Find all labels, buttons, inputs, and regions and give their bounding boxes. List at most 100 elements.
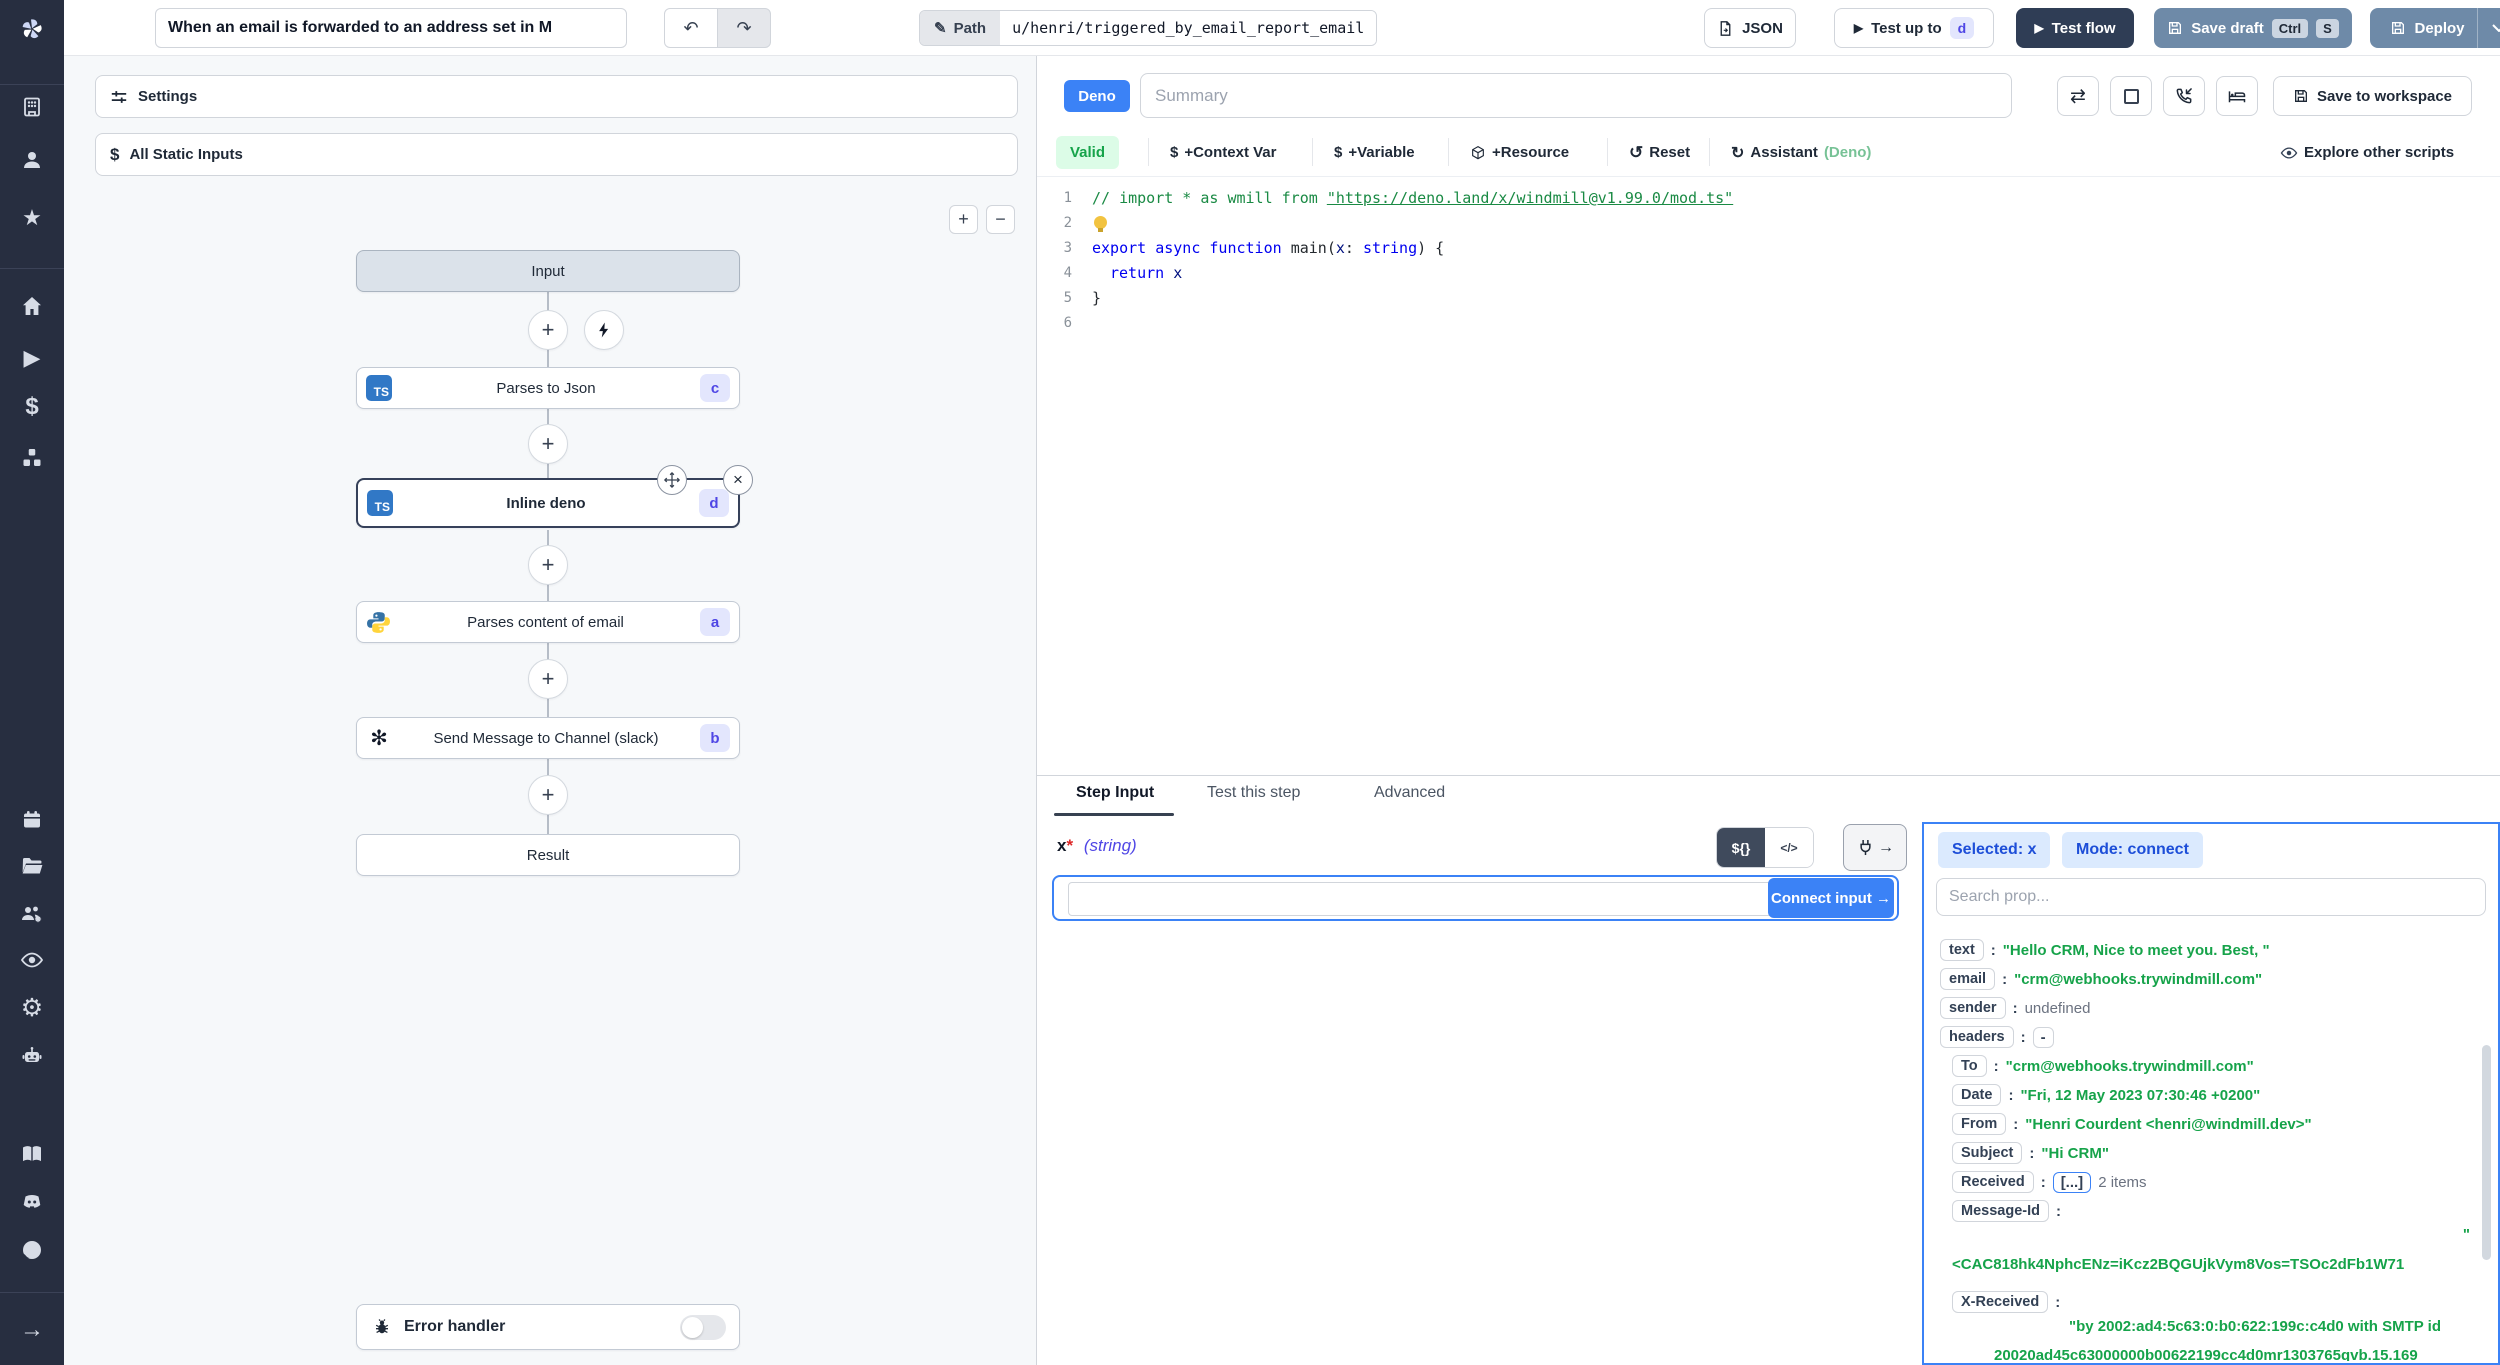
typescript-icon: TS [366, 375, 392, 401]
search-prop-input[interactable] [1936, 878, 2486, 916]
node-input[interactable]: Input [356, 250, 740, 292]
tree-key[interactable]: text [1940, 939, 1984, 961]
windmill-logo-icon[interactable] [0, 11, 64, 47]
flow-title-input[interactable] [155, 8, 627, 48]
node-step-a[interactable]: Parses content of email a [356, 601, 740, 643]
delete-step-button[interactable]: × [723, 465, 753, 495]
tree-scrollbar[interactable] [2482, 1045, 2491, 1260]
toolbar-divider [1312, 138, 1313, 166]
tab-advanced[interactable]: Advanced [1374, 784, 1445, 802]
tree-key[interactable]: Received [1952, 1171, 2034, 1193]
connect-plug-button[interactable]: → [1843, 824, 1907, 871]
robot-icon[interactable] [0, 1038, 64, 1074]
graph-zoom-out-button[interactable]: − [986, 205, 1015, 234]
add-variable-button[interactable]: $ +Variable [1334, 136, 1415, 169]
move-step-button[interactable] [657, 465, 687, 495]
home-icon[interactable] [0, 288, 64, 324]
save-to-workspace-button[interactable]: Save to workspace [2273, 76, 2472, 116]
tree-value[interactable]: "crm@webhooks.trywindmill.com" [2014, 971, 2262, 988]
json-button[interactable]: JSON [1704, 8, 1796, 48]
tree-value[interactable]: "Henri Courdent <henri@windmill.dev>" [2025, 1116, 2311, 1133]
tree-value-line[interactable]: <CAC818hk4NphcENz=iKcz2BQGUjkVym8Vos=TSO… [1924, 1256, 2494, 1284]
github-icon[interactable] [0, 1232, 64, 1268]
add-step-button[interactable]: + [528, 424, 568, 464]
tree-value[interactable]: "Hi CRM" [2041, 1145, 2109, 1162]
tree-key[interactable]: To [1952, 1055, 1987, 1077]
add-step-button[interactable]: + [528, 775, 568, 815]
reset-button[interactable]: ↺ Reset [1629, 136, 1690, 169]
audit-eye-icon[interactable] [0, 942, 64, 978]
add-step-button[interactable]: + [528, 545, 568, 585]
trigger-bolt-button[interactable] [584, 310, 624, 350]
favorites-star-icon[interactable]: ★ [0, 200, 64, 236]
collapse-arrow-icon[interactable]: → [0, 1312, 64, 1348]
retry-settings-button[interactable]: ⇄ [2057, 76, 2099, 116]
summary-input[interactable] [1140, 73, 2012, 118]
all-static-inputs-button[interactable]: $ All Static Inputs [95, 133, 1018, 176]
expand-array-button[interactable]: [...] [2052, 1171, 2092, 1193]
lightbulb-icon[interactable] [1094, 216, 1107, 232]
tree-key[interactable]: Message-Id [1952, 1200, 2049, 1222]
node-result[interactable]: Result [356, 834, 740, 876]
explore-other-scripts-button[interactable]: Explore other scripts [2280, 136, 2454, 169]
redo-button[interactable]: ↷ [717, 8, 771, 48]
add-step-button[interactable]: + [528, 310, 568, 350]
test-flow-button[interactable]: ▶ Test flow [2016, 8, 2134, 48]
node-step-c[interactable]: TS Parses to Json c [356, 367, 740, 409]
folders-icon[interactable] [0, 848, 64, 884]
schedules-calendar-icon[interactable] [0, 802, 64, 838]
deploy-dropdown-chevron-icon[interactable] [2478, 24, 2500, 32]
step-input-field[interactable] [1068, 882, 1772, 916]
explore-other-scripts-label: Explore other scripts [2304, 144, 2455, 161]
stop-condition-button[interactable] [2110, 76, 2152, 116]
test-up-to-button[interactable]: ▶ Test up to d [1834, 8, 1994, 48]
workspace-icon[interactable] [0, 89, 64, 125]
error-handler-node[interactable]: Error handler [356, 1304, 740, 1350]
sleep-button[interactable] [2216, 76, 2258, 116]
tree-key[interactable]: headers [1940, 1026, 2014, 1048]
undo-button[interactable]: ↶ [664, 8, 718, 48]
groups-users-gear-icon[interactable] [0, 896, 64, 932]
code-mode-segment[interactable]: </> [1765, 828, 1813, 867]
tab-step-input[interactable]: Step Input [1076, 784, 1154, 802]
node-label: Inline deno [506, 494, 586, 512]
connect-input-button[interactable]: Connect input → [1768, 878, 1894, 918]
resources-cubes-icon[interactable] [0, 440, 64, 476]
add-context-var-button[interactable]: $ +Context Var [1170, 136, 1276, 169]
input-mode-toggle[interactable]: ${} </> [1716, 827, 1814, 868]
docs-book-icon[interactable] [0, 1136, 64, 1172]
deploy-button[interactable]: Deploy [2370, 8, 2500, 48]
line-number: 4 [1063, 264, 1072, 281]
error-handler-toggle[interactable] [680, 1314, 726, 1340]
variables-dollar-icon[interactable]: $ [0, 389, 64, 425]
tree-value-line[interactable]: "by 2002:ad4:5c63:0:b0:622:199c:c4d0 wit… [1924, 1318, 2494, 1346]
flow-settings-button[interactable]: Settings [95, 75, 1018, 118]
tree-key[interactable]: email [1940, 968, 1996, 990]
add-step-button[interactable]: + [528, 659, 568, 699]
node-step-b[interactable]: ✻ Send Message to Channel (slack) b [356, 717, 740, 759]
tree-value[interactable]: "Hello CRM, Nice to meet you. Best, " [2003, 942, 2270, 959]
tree-value-line[interactable]: " [1924, 1226, 2470, 1254]
template-mode-segment[interactable]: ${} [1717, 828, 1765, 867]
tree-key[interactable]: From [1952, 1113, 2007, 1135]
tree-value[interactable]: "crm@webhooks.trywindmill.com" [2006, 1058, 2254, 1075]
tree-key[interactable]: Date [1952, 1084, 2002, 1106]
tree-key[interactable]: sender [1940, 997, 2006, 1019]
add-resource-button[interactable]: +Resource [1470, 136, 1569, 169]
graph-zoom-in-button[interactable]: + [949, 205, 978, 234]
tree-key[interactable]: Subject [1952, 1142, 2023, 1164]
settings-gear-icon[interactable]: ⚙ [0, 990, 64, 1026]
discord-icon[interactable] [0, 1184, 64, 1220]
path-editor[interactable]: ✎ Path u/henri/triggered_by_email_report_… [919, 10, 1378, 46]
tree-value-line[interactable]: 20020ad45c63000000b00622199cc4d0mr130376… [1924, 1347, 2494, 1361]
assistant-button[interactable]: ↻ Assistant (Deno) [1731, 136, 1871, 169]
suspend-approval-button[interactable] [2163, 76, 2205, 116]
tree-value[interactable]: "Fri, 12 May 2023 07:30:46 +0200" [2020, 1087, 2260, 1104]
tab-test-this-step[interactable]: Test this step [1207, 784, 1300, 802]
runs-play-icon[interactable]: ▶ [0, 340, 64, 376]
save-draft-button[interactable]: Save draft Ctrl S [2154, 8, 2352, 48]
tree-key[interactable]: X-Received [1952, 1291, 2049, 1313]
tree-value[interactable]: undefined [2025, 1000, 2091, 1017]
user-icon[interactable] [0, 142, 64, 178]
collapse-toggle[interactable]: - [2032, 1026, 2054, 1048]
